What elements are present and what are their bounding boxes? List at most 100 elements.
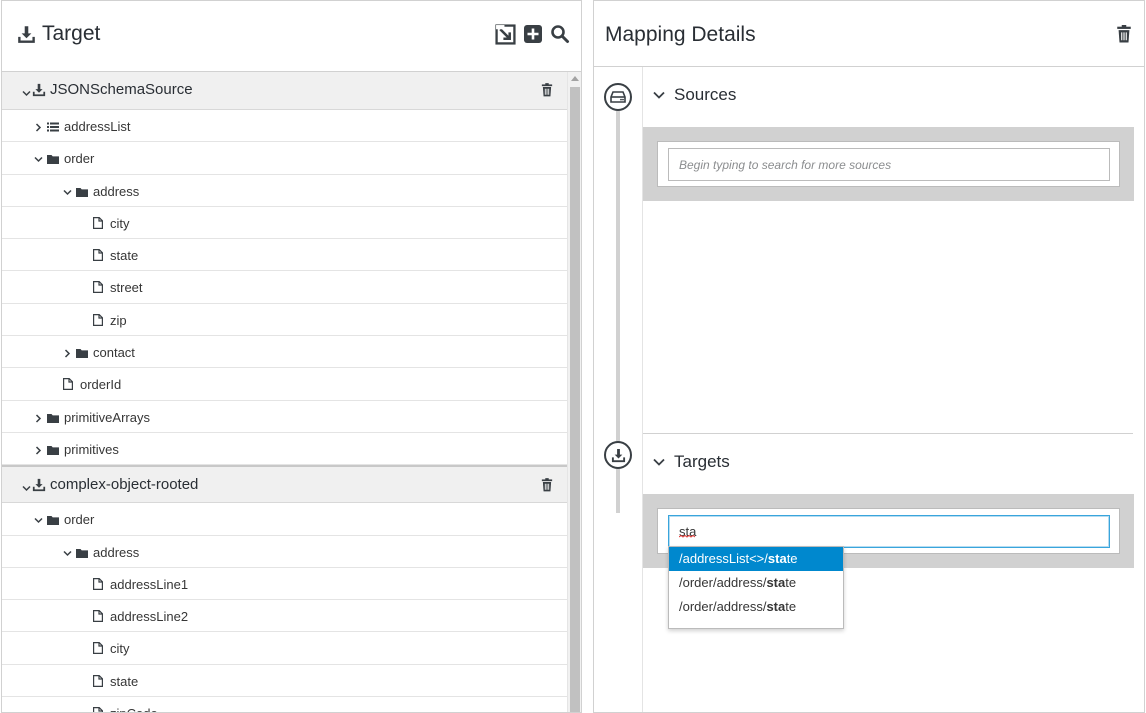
chevron-down-icon[interactable]	[63, 185, 72, 200]
folder-icon	[76, 185, 88, 200]
chevron-down-icon[interactable]	[34, 513, 43, 528]
tree-row[interactable]: address	[2, 535, 567, 568]
tree-row[interactable]: street	[2, 271, 567, 304]
chevron-down-icon	[653, 458, 665, 466]
tree-row[interactable]: addressLine1	[2, 567, 567, 601]
suggestion-suffix: te	[786, 551, 798, 566]
tree-row-label: primitiveArrays	[64, 409, 150, 425]
search-icon[interactable]	[549, 23, 571, 45]
sources-field-container	[657, 141, 1120, 187]
tree-row[interactable]: city	[2, 206, 567, 240]
panel-title: Mapping Details	[605, 23, 756, 46]
document-tree: JSONSchemaSource addressList order address c…	[2, 72, 567, 712]
tree-row-label: order	[64, 151, 95, 167]
tree-row-label: state	[110, 673, 139, 689]
suggestion-prefix: /order/address/	[679, 575, 767, 590]
tree-row-label: zip	[110, 312, 127, 328]
chevron-down-icon	[653, 91, 665, 99]
suggestion-prefix: /addressList<>/	[679, 551, 768, 566]
download-icon	[32, 83, 46, 101]
file-icon	[93, 249, 103, 264]
folder-icon	[47, 411, 59, 426]
tree-row-label: addressLine2	[110, 609, 189, 625]
scroll-up-arrow-icon[interactable]	[571, 76, 579, 81]
tree-row[interactable]: primitives	[2, 432, 567, 466]
chevron-right-icon[interactable]	[34, 120, 43, 135]
tree-row[interactable]: zipCode	[2, 697, 567, 712]
file-icon	[93, 216, 103, 232]
tree-row-label: addressLine1	[110, 576, 189, 592]
suggestion-item[interactable]: /addressList<>/state	[669, 547, 843, 571]
source-node-icon	[604, 83, 632, 111]
download-icon	[17, 25, 36, 44]
file-icon	[93, 707, 103, 712]
mapping-details-header: Mapping Details	[594, 1, 1144, 67]
tree-row[interactable]: orderId	[2, 368, 567, 401]
tree-row-label: address	[93, 544, 140, 560]
document-name: JSONSchemaSource	[50, 81, 193, 98]
chevron-right-icon[interactable]	[34, 411, 43, 426]
document-header[interactable]: JSONSchemaSource	[2, 72, 567, 110]
suggestion-match: sta	[767, 551, 787, 566]
suggestion-prefix: /order/address/	[679, 599, 767, 614]
spellcheck-underline	[679, 535, 696, 538]
targets-section-toggle[interactable]: Targets	[653, 452, 730, 472]
target-panel-header: Target	[2, 1, 581, 72]
tree-row-label: zipCode	[110, 706, 158, 712]
file-icon	[93, 313, 103, 329]
chevron-down-icon[interactable]	[22, 480, 31, 497]
tree-row[interactable]: contact	[2, 336, 567, 369]
folder-icon	[47, 513, 59, 528]
add-icon[interactable]	[522, 23, 544, 45]
trash-icon[interactable]	[541, 478, 553, 496]
suggestion-match: sta	[766, 575, 786, 590]
chevron-right-icon[interactable]	[34, 443, 43, 458]
tree-row-label: state	[110, 248, 139, 264]
tree-row[interactable]: addressLine2	[2, 600, 567, 633]
tree-row[interactable]: address	[2, 174, 567, 207]
tree-row[interactable]: primitiveArrays	[2, 400, 567, 433]
file-icon	[93, 281, 103, 296]
tree-row-label: street	[110, 280, 143, 296]
target-title-group: Target	[17, 22, 100, 46]
chevron-right-icon[interactable]	[63, 346, 72, 361]
suggestion-item[interactable]: /order/address/state	[669, 571, 843, 595]
folder-icon	[47, 443, 59, 458]
panel-title: Target	[42, 22, 101, 45]
tree-scrollbar[interactable]	[567, 72, 581, 712]
tree-row[interactable]: order	[2, 503, 567, 536]
tree-row[interactable]: city	[2, 632, 567, 665]
targets-label: Targets	[674, 452, 730, 471]
suggestion-suffix: te	[785, 575, 797, 590]
tree-row-label: order	[64, 512, 95, 528]
tree-row[interactable]: addressList	[2, 110, 567, 143]
target-panel: Target JSONSchemaSource addressList order a…	[1, 0, 582, 713]
tree-row[interactable]: zip	[2, 303, 567, 337]
tree-row-label: orderId	[80, 377, 122, 393]
import-icon[interactable]	[494, 23, 516, 45]
targets-search-input[interactable]	[668, 515, 1110, 548]
mapping-timeline	[594, 67, 643, 712]
trash-icon[interactable]	[541, 83, 553, 101]
sources-box	[643, 127, 1134, 201]
tree-row[interactable]: state	[2, 664, 567, 698]
document-name: complex-object-rooted	[50, 476, 199, 494]
tree-row-label: city	[110, 641, 130, 657]
tree-row-label: primitives	[64, 441, 119, 457]
file-icon	[93, 577, 103, 593]
tree-row-label: city	[110, 215, 130, 231]
sources-search-input[interactable]	[668, 148, 1110, 181]
file-icon	[93, 642, 103, 657]
sources-label: Sources	[674, 85, 737, 104]
trash-icon[interactable]	[1116, 25, 1132, 48]
sources-section-toggle[interactable]: Sources	[653, 85, 736, 105]
chevron-down-icon[interactable]	[63, 546, 72, 561]
scrollbar-thumb[interactable]	[570, 87, 580, 712]
document-header[interactable]: complex-object-rooted	[2, 465, 567, 504]
suggestion-item[interactable]: /order/address/state	[669, 595, 843, 619]
chevron-down-icon[interactable]	[34, 152, 43, 167]
chevron-down-icon[interactable]	[22, 85, 31, 102]
tree-row[interactable]: order	[2, 142, 567, 175]
tree-row-label: addressList	[64, 119, 131, 134]
tree-row[interactable]: state	[2, 239, 567, 272]
